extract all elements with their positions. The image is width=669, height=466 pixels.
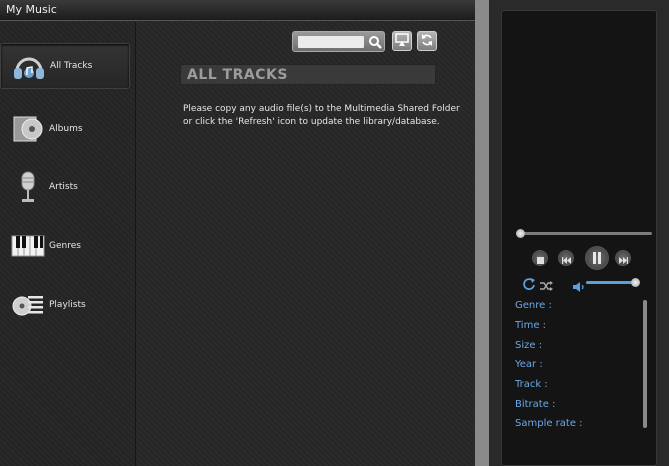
sidebar-item-label: Artists	[49, 182, 78, 192]
sidebar-item-label: Genres	[49, 241, 81, 251]
section-title: ALL TRACKS	[187, 67, 288, 83]
playlist-icon	[10, 287, 46, 323]
microphone-icon	[10, 169, 46, 205]
sidebar-item-label: Albums	[49, 124, 83, 134]
info-track: Track :	[515, 379, 548, 390]
volume-knob[interactable]	[631, 278, 640, 287]
player-frame	[501, 10, 657, 466]
sidebar-item-label: Playlists	[49, 300, 86, 310]
panel-divider	[475, 0, 489, 466]
info-sample-rate: Sample rate :	[515, 418, 583, 429]
previous-icon	[561, 249, 571, 268]
next-icon	[618, 249, 628, 268]
progress-slider[interactable]	[516, 229, 652, 238]
refresh-icon	[420, 32, 434, 51]
window-title: My Music	[0, 0, 475, 21]
shuffle-icon[interactable]	[539, 277, 553, 296]
airplay-button[interactable]	[392, 31, 412, 51]
next-button[interactable]	[615, 250, 631, 266]
info-genre: Genre :	[515, 300, 552, 311]
section-header: ALL TRACKS	[180, 64, 436, 85]
stop-icon	[536, 249, 544, 268]
sidebar-item-artists[interactable]: Artists	[0, 164, 130, 210]
sidebar-item-all-tracks[interactable]: All Tracks	[0, 43, 130, 89]
empty-library-message: Please copy any audio file(s) to the Mul…	[183, 104, 460, 127]
sidebar-nav: All Tracks Albums Artists Genres Playlis…	[0, 22, 136, 466]
info-year: Year :	[515, 359, 543, 370]
volume-slider[interactable]	[586, 278, 640, 287]
info-bitrate: Bitrate :	[515, 399, 556, 410]
main-content: ALL TRACKS Please copy any audio file(s)…	[137, 22, 475, 466]
pause-button[interactable]	[585, 246, 609, 270]
volume-icon[interactable]	[573, 277, 585, 296]
search-icon[interactable]	[367, 34, 383, 50]
previous-button[interactable]	[558, 250, 574, 266]
player-panel: Genre : Time : Size : Year : Track : Bit…	[489, 0, 669, 466]
sidebar-item-label: All Tracks	[50, 61, 93, 71]
refresh-button[interactable]	[417, 31, 437, 51]
music-app-window: My Music All Tracks Albums Artists Genre…	[0, 0, 475, 466]
sidebar-item-albums[interactable]: Albums	[0, 106, 130, 152]
sidebar-item-genres[interactable]: Genres	[0, 223, 130, 269]
info-time: Time :	[515, 320, 547, 331]
info-size: Size :	[515, 340, 543, 351]
album-icon	[10, 111, 46, 147]
airplay-icon	[395, 32, 409, 51]
pause-icon	[592, 249, 602, 268]
repeat-icon[interactable]	[522, 276, 536, 295]
piano-icon	[10, 228, 46, 264]
search-box	[292, 31, 385, 52]
progress-knob[interactable]	[516, 229, 525, 238]
stop-button[interactable]	[532, 250, 548, 266]
search-input[interactable]	[298, 36, 364, 48]
info-scrollbar[interactable]	[643, 300, 647, 428]
headphones-icon	[11, 48, 47, 84]
sidebar-item-playlists[interactable]: Playlists	[0, 282, 130, 328]
